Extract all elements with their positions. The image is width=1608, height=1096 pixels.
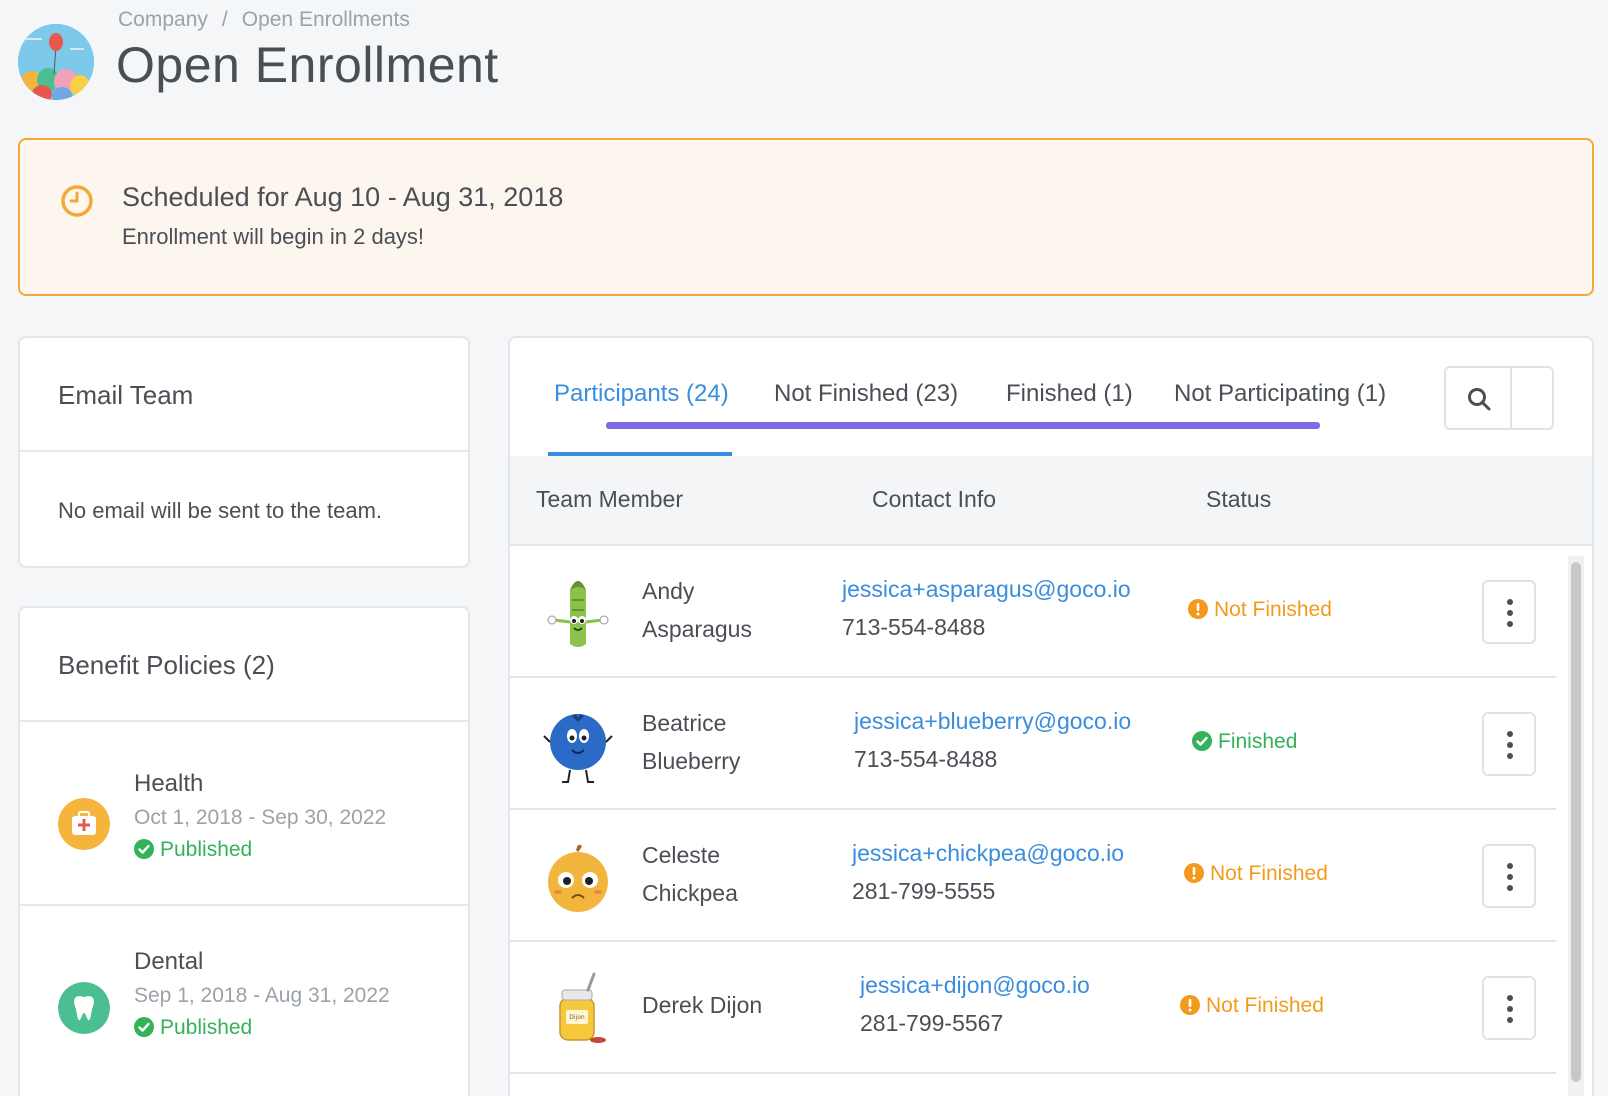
member-first-name: Beatrice: [642, 710, 727, 736]
policy-status: Published: [134, 1016, 252, 1040]
page-header: Company / Open Enrollments Open Enrollment: [18, 0, 1578, 110]
participants-panel: Participants (24) Not Finished (23) Fini…: [508, 336, 1594, 1096]
member-email-link[interactable]: jessica+dijon@goco.io: [860, 972, 1090, 999]
email-team-title: Email Team: [58, 380, 194, 410]
policy-dates: Sep 1, 2018 - Aug 31, 2022: [134, 984, 390, 1007]
member-phone: 713-554-8488: [842, 614, 986, 640]
warning-icon: [1184, 863, 1204, 883]
policy-health[interactable]: Health Oct 1, 2018 - Sep 30, 2022 Publis…: [20, 722, 468, 902]
member-email-link[interactable]: jessica+blueberry@goco.io: [854, 708, 1131, 735]
row-more-button[interactable]: [1482, 844, 1536, 908]
table-row: Celeste Chickpea jessica+chickpea@goco.i…: [510, 810, 1556, 942]
breadcrumb-open-enrollments[interactable]: Open Enrollments: [242, 8, 410, 31]
member-first-name: Celeste: [642, 842, 720, 868]
row-more-button[interactable]: [1482, 976, 1536, 1040]
table-header: Team Member Contact Info Status: [510, 456, 1592, 546]
row-more-button[interactable]: [1482, 712, 1536, 776]
warning-icon: [1180, 995, 1200, 1015]
policy-status-label: Published: [160, 1016, 253, 1039]
column-status: Status: [1206, 486, 1272, 512]
member-first-name: Andy: [642, 578, 695, 604]
member-last-name: Chickpea: [642, 880, 738, 906]
participant-tabs: Participants (24) Not Finished (23) Fini…: [510, 338, 1592, 456]
table-row: Dijon Derek Dijon jessica+dijon@goco.io …: [510, 942, 1556, 1074]
policy-name: Dental: [134, 948, 204, 975]
search-icon: [1468, 388, 1491, 411]
member-email-link[interactable]: jessica+asparagus@goco.io: [842, 576, 1131, 603]
status-badge: Not Finished: [1184, 862, 1328, 886]
alert-title: Scheduled for Aug 10 - Aug 31, 2018: [122, 182, 564, 212]
member-name: Beatrice Blueberry: [642, 704, 740, 780]
policy-status: Published: [134, 838, 252, 862]
status-label: Not Finished: [1206, 994, 1324, 1017]
email-team-card: Email Team No email will be sent to the …: [18, 336, 470, 568]
policy-status-label: Published: [160, 838, 253, 861]
policy-name: Health: [134, 770, 204, 797]
tooth-icon: [58, 982, 110, 1034]
policy-dates: Oct 1, 2018 - Sep 30, 2022: [134, 806, 387, 829]
search-button[interactable]: [1444, 366, 1554, 430]
benefit-policies-title: Benefit Policies (2): [58, 650, 275, 680]
member-last-name: Blueberry: [642, 748, 741, 774]
breadcrumb: Company / Open Enrollments: [118, 8, 410, 32]
breadcrumb-separator: /: [221, 8, 228, 31]
table-row: Beatrice Blueberry jessica+blueberry@goc…: [510, 678, 1556, 810]
tabs-highlight-underline: [606, 422, 1320, 429]
status-label: Not Finished: [1214, 598, 1332, 621]
alert-subtitle: Enrollment will begin in 2 days!: [122, 224, 425, 249]
tab-not-participating[interactable]: Not Participating (1): [1174, 380, 1386, 408]
button-split: [1510, 368, 1512, 428]
member-phone: 281-799-5567: [860, 1010, 1004, 1036]
status-label: Not Finished: [1210, 862, 1328, 885]
clock-icon: [61, 185, 93, 217]
balloons-logo-icon: [18, 24, 94, 100]
member-phone: 281-799-5555: [852, 878, 996, 904]
member-phone: 713-554-8488: [854, 746, 998, 772]
scrollbar-thumb[interactable]: [1571, 562, 1581, 1082]
member-name: Andy Asparagus: [642, 572, 752, 648]
more-vertical-icon: [1507, 599, 1513, 627]
svg-text:Dijon: Dijon: [569, 1014, 585, 1021]
more-vertical-icon: [1507, 863, 1513, 891]
schedule-alert: Scheduled for Aug 10 - Aug 31, 2018 Enro…: [18, 138, 1594, 296]
dijon-avatar: Dijon: [559, 972, 606, 1043]
tab-participants[interactable]: Participants (24): [554, 380, 729, 408]
breadcrumb-company[interactable]: Company: [118, 8, 208, 31]
policy-dental[interactable]: Dental Sep 1, 2018 - Aug 31, 2022 Publis…: [20, 906, 468, 1086]
warning-icon: [1188, 599, 1208, 619]
asparagus-avatar: [547, 581, 609, 647]
member-full-name: Derek Dijon: [642, 992, 763, 1018]
status-badge: Not Finished: [1180, 994, 1324, 1018]
row-more-button[interactable]: [1482, 580, 1536, 644]
more-vertical-icon: [1507, 995, 1513, 1023]
table-scrollbar[interactable]: [1568, 556, 1584, 1096]
column-team-member: Team Member: [536, 486, 683, 512]
column-contact-info: Contact Info: [872, 486, 997, 512]
table-row: Andy Asparagus jessica+asparagus@goco.io…: [510, 546, 1556, 678]
first-aid-kit-icon: [58, 798, 110, 850]
blueberry-avatar: [543, 714, 613, 783]
member-name: Derek Dijon: [642, 986, 762, 1024]
status-badge: Finished: [1192, 730, 1297, 754]
benefit-policies-card: Benefit Policies (2) Health Oct 1, 2018 …: [18, 606, 470, 1096]
check-circle-icon: [134, 839, 154, 859]
tab-not-finished[interactable]: Not Finished (23): [774, 380, 958, 408]
member-last-name: Asparagus: [642, 616, 752, 642]
tab-finished[interactable]: Finished (1): [1006, 380, 1133, 408]
check-circle-icon: [1192, 731, 1212, 751]
member-name: Celeste Chickpea: [642, 836, 738, 912]
check-circle-icon: [134, 1017, 154, 1037]
status-badge: Not Finished: [1188, 598, 1332, 622]
page-title: Open Enrollment: [116, 37, 499, 93]
more-vertical-icon: [1507, 731, 1513, 759]
member-email-link[interactable]: jessica+chickpea@goco.io: [852, 840, 1124, 867]
status-label: Finished: [1218, 730, 1298, 753]
chickpea-avatar: [548, 844, 608, 912]
email-team-message: No email will be sent to the team.: [58, 498, 383, 523]
divider: [20, 450, 468, 452]
